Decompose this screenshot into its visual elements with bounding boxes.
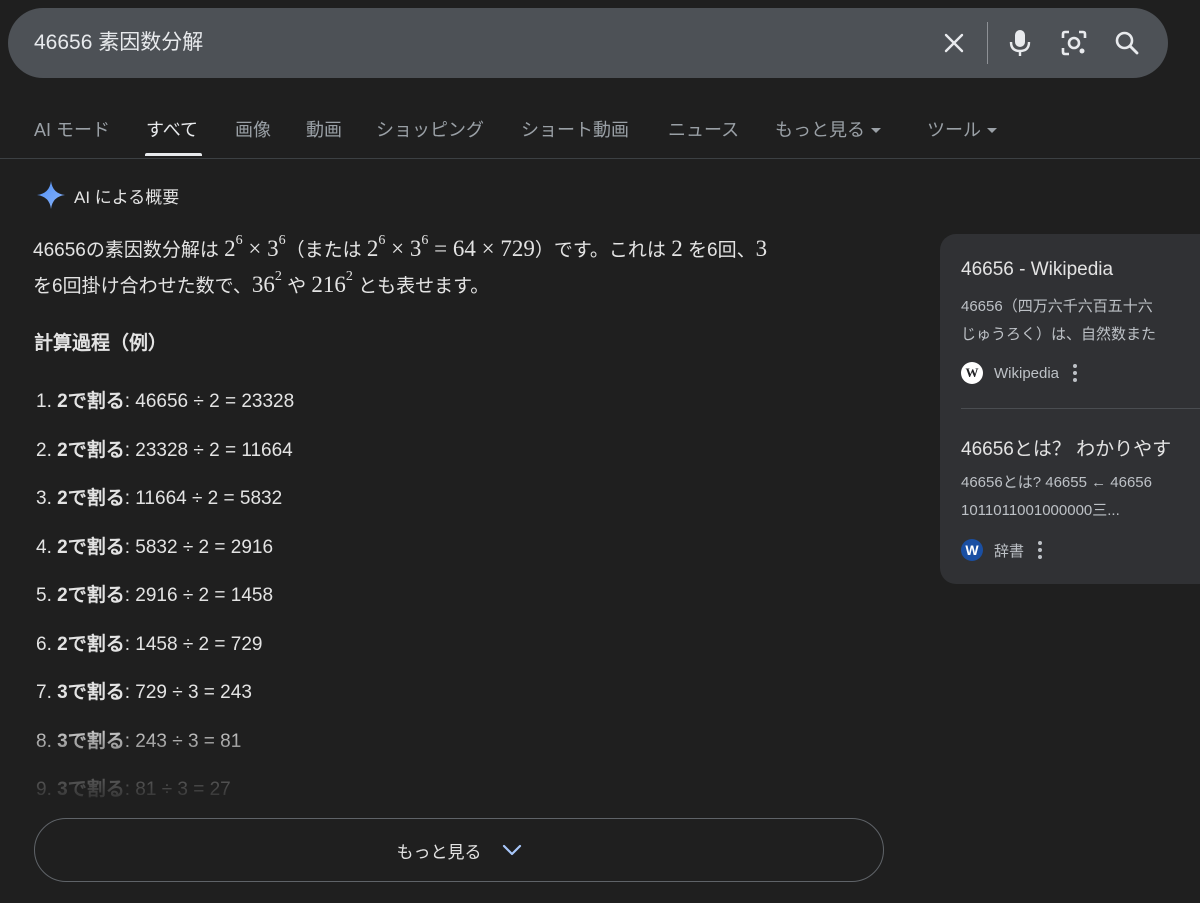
search-icon[interactable] [1107, 8, 1147, 78]
active-tab-indicator [145, 153, 202, 156]
math-36-squared: 362 [251, 269, 282, 297]
step-item: 1. 2で割る: 46656 ÷ 2 = 23328 [36, 391, 295, 412]
source-title[interactable]: 46656 - Wikipedia [961, 259, 1113, 281]
step-item: 6. 2で割る: 1458 ÷ 2 = 729 [36, 633, 263, 655]
summary-text: を [33, 276, 53, 297]
microphone-icon[interactable] [1000, 8, 1040, 78]
summary-text: （または [285, 240, 367, 261]
wikipedia-favicon-icon: W [961, 362, 983, 384]
ai-sparkle-icon [37, 181, 65, 209]
source-site-name: Wikipedia [994, 364, 1060, 382]
summary-text: や [281, 276, 312, 297]
math-216-squared: 2162 [311, 269, 353, 297]
math-base-3: 3 [755, 236, 768, 261]
step-item: 5. 2で割る: 2916 ÷ 2 = 1458 [36, 585, 274, 606]
more-options-icon[interactable] [1038, 541, 1043, 559]
ai-summary: 46656の素因数分解は 26 × 36（または 26 × 36 = 64 × … [33, 232, 893, 304]
source-snippet: 46656とは? 46655 ← 46656 1011011001000000三… [961, 474, 1152, 519]
summary-text: 回、 [717, 240, 756, 261]
chevron-down-icon [502, 844, 521, 856]
tab-tools[interactable]: ツール [927, 116, 997, 142]
tab-more[interactable]: もっと見る [775, 116, 881, 142]
search-divider [987, 22, 988, 64]
ai-overview-header: AI による概要 [36, 180, 179, 210]
tab-more-label: もっと見る [775, 120, 865, 140]
summary-count: 6 [707, 240, 718, 261]
caret-down-icon [871, 128, 881, 134]
step-item: 9. 3で割る: 81 ÷ 3 = 27 [36, 779, 231, 800]
dictionary-favicon-icon: W [961, 539, 983, 561]
math-factorization: 26 × 36 [224, 233, 286, 261]
tab-images[interactable]: 画像 [235, 116, 271, 142]
summary-text: 回掛け合わせた数で、 [62, 276, 252, 297]
step-item: 2. 2で割る: 23328 ÷ 2 = 11664 [36, 439, 293, 461]
summary-count: 6 [52, 276, 63, 297]
source-snippet: 46656（四万六千六百五十六 じゅうろく）は、自然数また [961, 298, 1157, 343]
tab-shopping[interactable]: ショッピング [376, 116, 484, 142]
section-title: 計算過程（例） [34, 333, 168, 354]
math-base-2: 2 [671, 236, 683, 261]
source-site[interactable]: W 辞書 [961, 539, 1043, 561]
more-options-icon[interactable] [1073, 364, 1078, 382]
caret-down-icon [987, 128, 997, 134]
search-input[interactable] [34, 8, 914, 78]
step-item: 7. 3で割る: 729 ÷ 3 = 243 [36, 682, 252, 703]
summary-text: ）です。これは [534, 240, 672, 261]
source-site-name: 辞書 [994, 542, 1025, 560]
sources-card: 46656 - Wikipedia 46656（四万六千六百五十六 じゅうろく）… [940, 234, 1200, 584]
math-factorization-alt: 26 × 36 = 64 × 729 [366, 233, 535, 261]
source-site[interactable]: W Wikipedia [961, 362, 1078, 384]
tab-all[interactable]: すべて [146, 116, 198, 142]
card-divider [961, 408, 1200, 409]
search-bar [8, 8, 1168, 78]
step-item: 8. 3で割る: 243 ÷ 3 = 81 [36, 730, 242, 752]
summary-text: とも表せます。 [352, 276, 490, 297]
camera-lens-icon[interactable] [1054, 8, 1094, 78]
show-more-button[interactable]: もっと見る [34, 818, 884, 882]
source-title[interactable]: 46656とは？ わかりやす [961, 434, 1171, 461]
summary-text: を [682, 240, 707, 261]
close-icon[interactable] [934, 8, 974, 78]
ai-overview-title: AI による概要 [74, 187, 180, 207]
step-item: 3. 2で割る: 11664 ÷ 2 = 5832 [36, 488, 283, 509]
tab-videos[interactable]: 動画 [306, 116, 342, 142]
tab-tools-label: ツール [927, 120, 981, 140]
show-more-label: もっと見る [396, 842, 482, 862]
calculation-steps: 1. 2で割る: 46656 ÷ 2 = 23328 2. 2で割る: 2332… [36, 386, 294, 823]
summary-number: 46656 [33, 240, 86, 261]
step-item: 4. 2で割る: 5832 ÷ 2 = 2916 [36, 536, 274, 558]
tab-news[interactable]: ニュース [668, 116, 739, 142]
summary-text: の素因数分解は [85, 240, 225, 261]
tab-ai-mode[interactable]: AI モード [34, 116, 110, 142]
tab-short-videos[interactable]: ショート動画 [521, 116, 629, 142]
search-tabs: AI モード すべて 画像 動画 ショッピング ショート動画 ニュース もっと見… [0, 100, 1200, 159]
